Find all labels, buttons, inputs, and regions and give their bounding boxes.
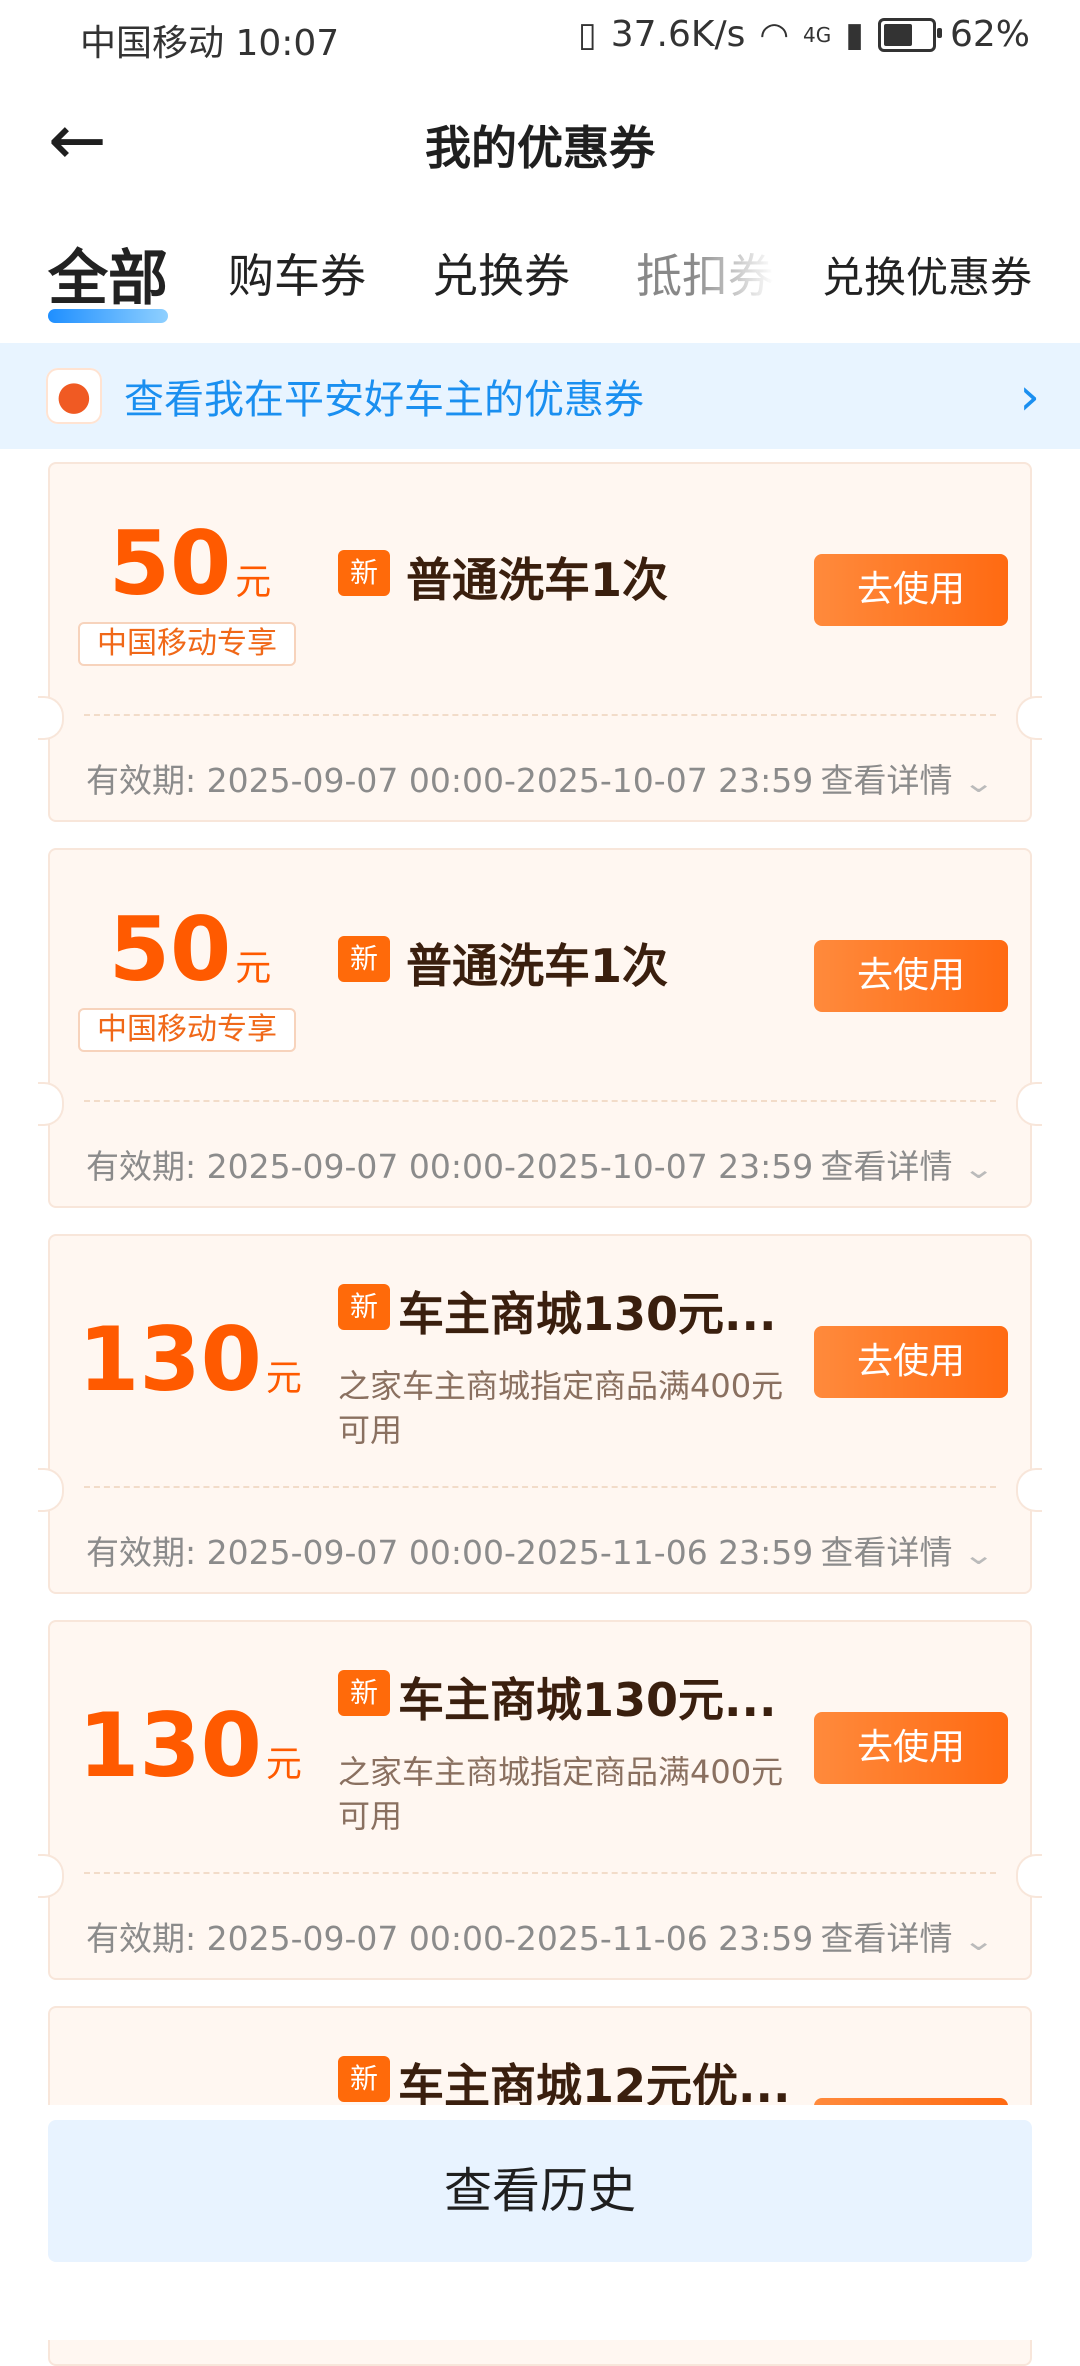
coupon-card: 50 元 中国移动专享 新 普通洗车1次 去使用 有效期: 2025-09-07 … [38, 462, 1042, 822]
coupon-card: 50 元 中国移动专享 新 普通洗车1次 去使用 有效期: 2025-09-07 … [38, 848, 1042, 1208]
new-tag: 新 [338, 550, 390, 596]
coupon-amount: 50 元 [108, 512, 272, 615]
page-title: 我的优惠券 [425, 121, 655, 175]
banner-text: 查看我在平安好车主的优惠券 [124, 377, 644, 423]
tab-deduction[interactable]: 抵扣券 [636, 240, 774, 306]
carrier-name: 中国移动 [80, 23, 225, 64]
use-button[interactable]: 去使用 [814, 554, 1008, 626]
signal-icon: ▮ [845, 14, 864, 55]
clock: 10:07 [235, 23, 340, 64]
exclusive-badge: 中国移动专享 [78, 1008, 296, 1052]
use-button[interactable]: 去使用 [814, 940, 1008, 1012]
new-tag: 新 [338, 1284, 390, 1330]
coupon-description: 之家车主商城指定商品满400元可用 [338, 1367, 784, 1449]
pingan-logo-icon: ● [46, 368, 102, 424]
coupon-description: 之家车主商城指定商品满400元可用 [338, 1753, 784, 1835]
vibrate-icon: ▯ [577, 14, 597, 55]
coupon-card: 130 元 新 车主商城130元... 之家车主商城指定商品满400元可用 去使用… [38, 1234, 1042, 1594]
new-tag: 新 [338, 2056, 390, 2102]
exclusive-badge: 中国移动专享 [78, 622, 296, 666]
chevron-down-icon: ⌄ [961, 766, 995, 799]
new-tag: 新 [338, 1670, 390, 1716]
view-history-button[interactable]: 查看历史 [48, 2120, 1032, 2262]
coupon-amount: 50 元 [108, 898, 272, 1001]
chevron-down-icon: ⌄ [961, 1924, 995, 1957]
chevron-down-icon: ⌄ [961, 1152, 995, 1185]
tab-car-purchase[interactable]: 购车券 [228, 240, 366, 306]
view-details-link[interactable]: 查看详情 ⌄ [821, 1912, 995, 1960]
network-type: 4G [803, 22, 832, 47]
chevron-right-icon: › [1019, 367, 1040, 427]
validity-text: 有效期: 2025-09-07 00:00-2025-10-07 23:59 [86, 761, 814, 800]
battery-icon [877, 17, 942, 52]
chevron-down-icon: ⌄ [961, 1538, 995, 1571]
use-button[interactable]: 去使用 [814, 1712, 1008, 1784]
use-button[interactable]: 去使用 [814, 1326, 1008, 1398]
view-details-link[interactable]: 查看详情 ⌄ [821, 754, 995, 802]
app-header: ← 我的优惠券 [0, 90, 1080, 190]
view-details-link[interactable]: 查看详情 ⌄ [821, 1140, 995, 1188]
coupon-title: 车主商城130元... [398, 1287, 777, 1341]
net-speed: 37.6K/s [610, 14, 746, 55]
battery-percent: 62% [949, 14, 1030, 55]
view-details-link[interactable]: 查看详情 ⌄ [821, 1526, 995, 1574]
wifi-icon: ◠ [759, 14, 790, 55]
validity-text: 有效期: 2025-09-07 00:00-2025-11-06 23:59 [86, 1533, 814, 1572]
coupon-title: 普通洗车1次 [406, 553, 669, 607]
coupon-amount: 130 元 [78, 1694, 302, 1797]
tab-all[interactable]: 全部 [48, 230, 168, 323]
status-bar: 中国移动 10:07 ▯ 37.6K/s ◠ 4G ▮ 62% [0, 0, 1080, 72]
tab-exchange-coupon[interactable]: 兑换优惠券 [822, 244, 1032, 305]
new-tag: 新 [338, 936, 390, 982]
coupon-card: 130 元 新 车主商城130元... 之家车主商城指定商品满400元可用 去使用… [38, 1620, 1042, 1980]
tab-bar: 全部 购车券 兑换券 抵扣券 兑换优惠券 [0, 230, 1080, 330]
tab-exchange[interactable]: 兑换券 [432, 240, 570, 306]
validity-text: 有效期: 2025-09-07 00:00-2025-10-07 23:59 [86, 1147, 814, 1186]
coupon-title: 车主商城130元... [398, 1673, 777, 1727]
status-left: 中国移动 10:07 [80, 14, 339, 66]
coupon-title: 普通洗车1次 [406, 939, 669, 993]
validity-text: 有效期: 2025-09-07 00:00-2025-11-06 23:59 [86, 1919, 814, 1958]
pingan-coupon-banner[interactable]: ● 查看我在平安好车主的优惠券 › [0, 343, 1080, 449]
status-right: ▯ 37.6K/s ◠ 4G ▮ 62% [578, 14, 1030, 55]
coupon-amount: 130 元 [78, 1308, 302, 1411]
